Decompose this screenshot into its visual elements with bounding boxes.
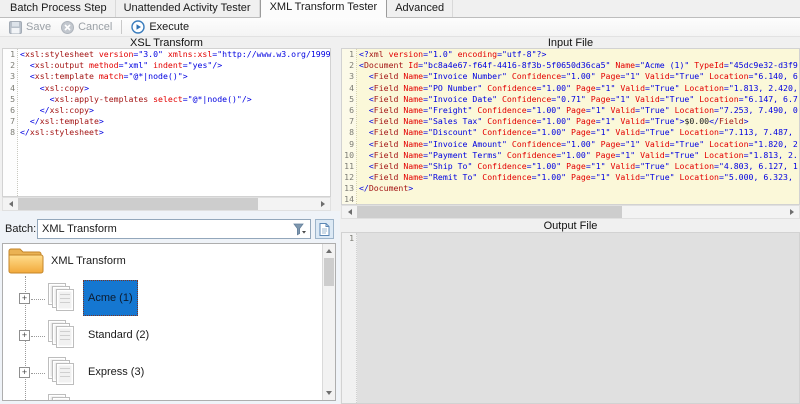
- xsl-hscroll-thumb[interactable]: [18, 198, 258, 210]
- tree-vscrollbar[interactable]: [322, 244, 335, 400]
- xml-transform-tester-window: Batch Process Step Unattended Activity Te…: [0, 0, 800, 404]
- tab-batch-process-step[interactable]: Batch Process Step: [2, 0, 116, 17]
- expand-plus-icon[interactable]: +: [19, 367, 30, 378]
- tree-connector: [31, 373, 45, 374]
- input-editor-line-numbers: 1 2 3 4 5 6 7 8 9 10 11 12 13 14: [342, 49, 357, 204]
- output-editor-line-numbers: 1: [342, 233, 357, 403]
- tree-vscroll-thumb[interactable]: [324, 258, 334, 286]
- input-hscroll-thumb[interactable]: [357, 206, 622, 218]
- input-file-editor[interactable]: 1 2 3 4 5 6 7 8 9 10 11 12 13 14 <?xml version="1.0" …: [341, 48, 800, 205]
- cancel-button[interactable]: Cancel: [56, 20, 117, 35]
- tab-xml-transform-tester[interactable]: XML Transform Tester: [259, 0, 388, 18]
- cancel-icon: [61, 20, 75, 34]
- batch-label: Batch:: [5, 223, 37, 235]
- tree-item-acme-1[interactable]: + Acme (1): [3, 280, 303, 319]
- output-editor-code: [359, 233, 799, 403]
- tree-item-standard-2[interactable]: + Standard (2): [3, 319, 303, 356]
- documents-stack-icon: [47, 356, 79, 388]
- documents-stack-icon: [47, 319, 79, 351]
- document-icon: [319, 222, 330, 236]
- scroll-left-icon[interactable]: [3, 198, 17, 210]
- save-label: Save: [26, 21, 52, 33]
- tree-root[interactable]: XML Transform: [7, 246, 126, 276]
- scroll-left-icon[interactable]: [342, 206, 356, 218]
- save-button[interactable]: Save: [4, 20, 56, 35]
- save-icon: [9, 20, 22, 34]
- expand-plus-icon[interactable]: +: [19, 330, 30, 341]
- cancel-label: Cancel: [78, 21, 113, 33]
- scroll-right-icon[interactable]: [316, 198, 330, 210]
- tab-bar: Batch Process Step Unattended Activity Te…: [0, 0, 800, 18]
- execute-button[interactable]: Execute: [126, 19, 194, 35]
- filter-icon[interactable]: [293, 223, 307, 236]
- scroll-down-icon[interactable]: [323, 387, 335, 400]
- xsl-editor-hscrollbar[interactable]: [2, 197, 331, 211]
- expand-plus-icon[interactable]: +: [19, 293, 30, 304]
- scroll-up-icon[interactable]: [323, 244, 335, 257]
- tree-connector: [31, 299, 45, 300]
- folder-icon: [7, 246, 45, 276]
- input-editor-hscrollbar[interactable]: [341, 205, 800, 219]
- input-editor-code[interactable]: <?xml version="1.0" encoding="utf-8"?> <D…: [359, 49, 799, 204]
- execute-label: Execute: [149, 21, 190, 33]
- tree-item-label[interactable]: Standard (2): [83, 317, 154, 353]
- toolbar: Save Cancel Execute: [0, 18, 800, 37]
- tree-root-label: XML Transform: [51, 255, 126, 267]
- tab-unattended-activity-tester[interactable]: Unattended Activity Tester: [116, 0, 260, 17]
- xsl-editor-line-numbers: 12345678: [3, 49, 18, 196]
- view-document-xml-button[interactable]: [315, 219, 334, 239]
- tree-item-label[interactable]: Acme (1): [83, 280, 138, 316]
- tab-advanced[interactable]: Advanced: [387, 0, 454, 17]
- tree-connector: [31, 336, 45, 337]
- batch-combobox[interactable]: XML Transform: [37, 219, 311, 239]
- tree-item-label[interactable]: Express (3): [83, 354, 149, 390]
- tree-item-express-3[interactable]: + Express (3): [3, 356, 303, 393]
- xsl-editor-code[interactable]: <xsl:stylesheet version="3.0" xmlns:xsl=…: [20, 49, 330, 196]
- documents-icon-partial: [47, 393, 79, 400]
- documents-stack-icon: [47, 282, 79, 314]
- execute-play-icon: [131, 20, 146, 34]
- xsl-transform-editor[interactable]: 12345678 <xsl:stylesheet version="3.0" x…: [2, 48, 331, 197]
- scroll-right-icon[interactable]: [785, 206, 799, 218]
- output-file-panel-title: Output File: [543, 220, 598, 232]
- batch-document-tree: XML Transform + Acme (1) + Standard (2) + Exp…: [2, 243, 336, 401]
- toolbar-separator: [121, 20, 123, 34]
- output-file-editor[interactable]: 1: [341, 232, 800, 404]
- batch-combobox-value: XML Transform: [42, 223, 117, 235]
